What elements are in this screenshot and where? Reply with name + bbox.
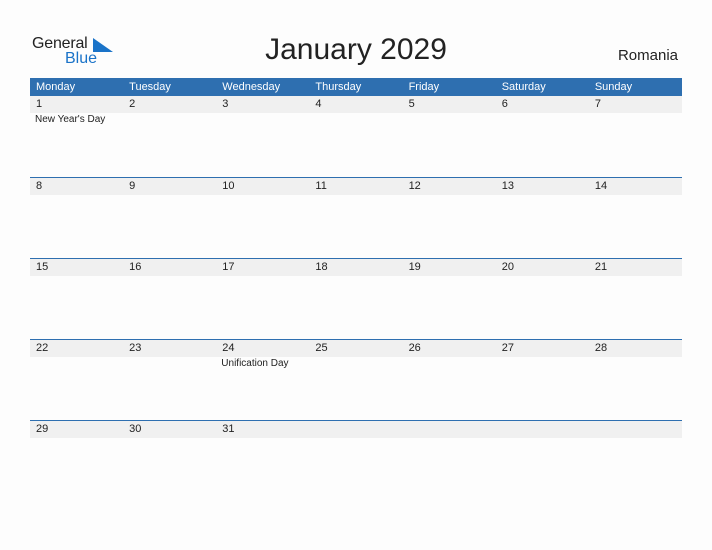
holiday-label <box>30 357 123 369</box>
day-number: 10 <box>222 180 235 192</box>
holiday-label <box>123 195 216 196</box>
week-row: 29 30 31 <box>30 420 682 501</box>
weekday-monday: Monday <box>36 81 76 93</box>
date-bar: 8 9 10 11 12 13 14 <box>30 178 682 195</box>
holiday-label <box>496 195 589 196</box>
day-number: 25 <box>315 342 328 354</box>
holiday-label <box>123 357 216 369</box>
day-number: 21 <box>594 261 608 273</box>
date-bar: 1 2 3 4 5 6 7 <box>30 96 682 113</box>
holiday-label <box>496 113 589 125</box>
day-number: 29 <box>36 423 49 435</box>
holiday-label <box>216 195 309 196</box>
holiday-label <box>30 276 123 277</box>
holiday-label <box>123 276 216 277</box>
day-number: 26 <box>408 342 421 354</box>
day-number: 30 <box>129 423 142 435</box>
holiday-label <box>589 357 682 369</box>
day-number: 27 <box>501 342 514 354</box>
day-number: 4 <box>315 98 322 110</box>
weekday-tuesday: Tuesday <box>129 81 171 93</box>
holiday-label <box>30 195 123 196</box>
holiday-label <box>496 357 589 369</box>
day-number: 12 <box>408 180 421 192</box>
day-number <box>309 421 402 438</box>
events-row: New Year's Day <box>30 113 682 125</box>
holiday-label <box>589 195 682 196</box>
date-bar: 29 30 31 <box>30 421 682 438</box>
week-row: 8 9 10 11 12 13 14 <box>30 177 682 258</box>
holiday-label <box>309 357 402 369</box>
holiday-label <box>403 357 496 369</box>
day-number: 28 <box>594 342 608 354</box>
weekday-saturday: Saturday <box>501 81 546 93</box>
holiday-label <box>496 438 589 439</box>
events-row <box>30 195 682 196</box>
day-number: 18 <box>315 261 328 273</box>
holiday-label <box>123 438 216 439</box>
holiday-label <box>589 113 682 125</box>
holiday-label <box>496 276 589 277</box>
day-number: 9 <box>129 180 136 192</box>
calendar-grid: Monday Tuesday Wednesday Thursday Friday… <box>30 78 682 501</box>
holiday-label <box>589 438 682 439</box>
holiday-label <box>30 438 123 439</box>
day-number: 23 <box>129 342 142 354</box>
day-number: 16 <box>129 261 142 273</box>
events-row: Unification Day <box>30 357 682 369</box>
holiday-label <box>123 113 216 125</box>
date-bar: 15 16 17 18 19 20 21 <box>30 259 682 276</box>
day-number: 15 <box>36 261 49 273</box>
holiday-label <box>403 276 496 277</box>
weekday-thursday: Thursday <box>315 81 362 93</box>
holiday-label <box>309 438 402 439</box>
day-number: 13 <box>501 180 514 192</box>
day-number: 5 <box>408 98 415 110</box>
day-number: 6 <box>501 98 508 110</box>
events-row <box>30 276 682 277</box>
day-number: 20 <box>501 261 514 273</box>
day-number: 7 <box>594 98 601 110</box>
day-number: 2 <box>129 98 136 110</box>
day-number: 3 <box>222 98 229 110</box>
day-number: 31 <box>222 423 235 435</box>
week-row: 1 2 3 4 5 6 7 New Year's Day <box>30 96 682 177</box>
week-row: 15 16 17 18 19 20 21 <box>30 258 682 339</box>
day-number: 11 <box>315 180 327 192</box>
holiday-label <box>216 438 309 439</box>
day-number: 17 <box>222 261 235 273</box>
weekday-friday: Friday <box>408 81 440 93</box>
holiday-label <box>309 276 402 277</box>
country-label: Romania <box>617 47 678 64</box>
weekday-header: Monday Tuesday Wednesday Thursday Friday… <box>30 78 682 96</box>
day-number <box>403 421 496 438</box>
holiday-label <box>309 195 402 196</box>
weekday-sunday: Sunday <box>594 81 633 93</box>
events-row <box>30 438 682 439</box>
holiday-label <box>403 195 496 196</box>
day-number: 8 <box>36 180 43 192</box>
page-title: January 2029 <box>265 33 447 66</box>
day-number <box>496 421 589 438</box>
holiday-label <box>403 438 496 439</box>
day-number: 19 <box>408 261 421 273</box>
holiday-label: New Year's Day <box>35 114 106 125</box>
holiday-label <box>403 113 496 125</box>
holiday-label <box>216 113 309 125</box>
holiday-label <box>216 276 309 277</box>
day-number: 24 <box>222 342 235 354</box>
day-number: 14 <box>594 180 608 192</box>
holiday-label <box>309 113 402 125</box>
date-bar: 22 23 24 25 26 27 28 <box>30 340 682 357</box>
holiday-label <box>589 276 682 277</box>
day-number: 1 <box>36 98 43 110</box>
holiday-label: Unification Day <box>221 358 289 369</box>
day-number: 22 <box>36 342 49 354</box>
week-row: 22 23 24 25 26 27 28 Unification Day <box>30 339 682 420</box>
weekday-wednesday: Wednesday <box>222 81 281 93</box>
day-number <box>589 421 682 438</box>
